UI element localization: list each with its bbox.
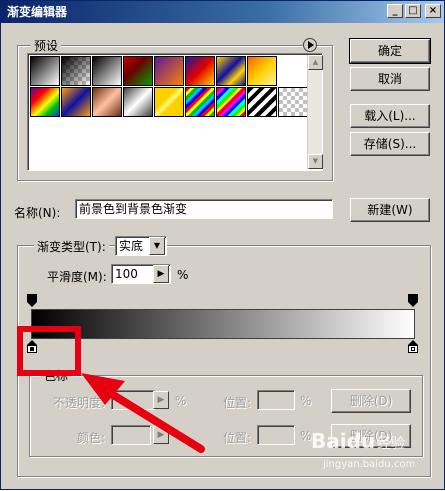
watermark-url: jingyan.baidu.com xyxy=(323,459,416,470)
watermark-sub: 经验 xyxy=(377,436,405,452)
gradient-editor-window: 渐变编辑器 _ □ × 预设 ▲ ▼ 确定 取消 载入(L)... 存储(S).… xyxy=(0,0,445,490)
watermark-brand: Baidu xyxy=(311,429,376,453)
annotation-arrow-icon xyxy=(81,373,205,453)
